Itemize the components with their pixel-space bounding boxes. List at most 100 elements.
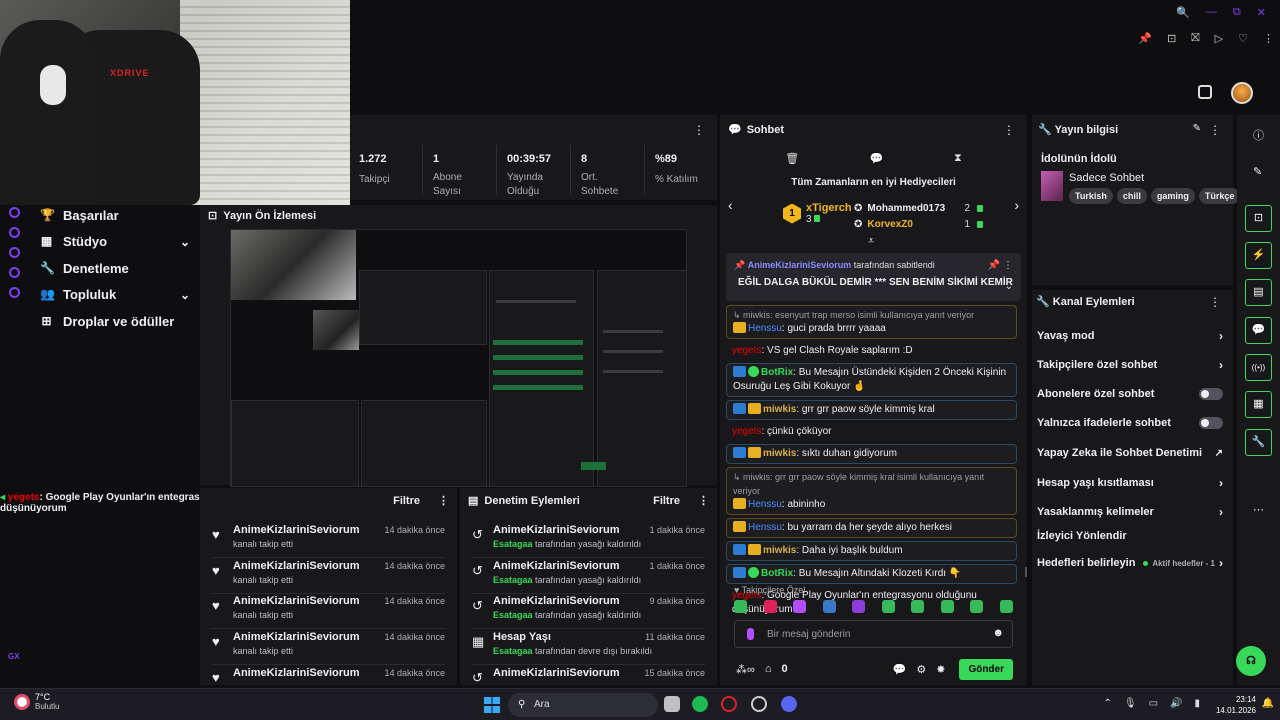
capture-icon[interactable]: ⊡ [1167, 32, 1176, 45]
pinned-message[interactable]: 📌 AnimeKizlariniSeviorum tarafından sabi… [726, 253, 1021, 301]
chevron-left-icon[interactable]: ‹ [728, 197, 733, 213]
sidebar-item-community[interactable]: 👥 Topluluk ⌄ [40, 287, 190, 302]
action-followers-only[interactable]: Takipçilere özel sohbet › [1037, 358, 1223, 372]
stream-category[interactable]: Sadece Sohbet [1069, 172, 1144, 184]
leaderboard-row[interactable]: ✪ KorvexZ0 1 [854, 216, 983, 232]
edit-icon[interactable]: ✎ [1193, 123, 1201, 134]
rail-cube-icon[interactable] [8, 267, 20, 278]
gear-icon[interactable]: ⚙ [916, 663, 926, 676]
info-icon[interactable]: ⓘ [1253, 127, 1264, 143]
chat-menu-icon[interactable]: ⋮ [1003, 123, 1015, 137]
emote[interactable] [999, 600, 1013, 613]
rail-chat-icon[interactable] [8, 247, 20, 258]
toggle-switch[interactable] [1199, 388, 1223, 400]
restore-icon[interactable]: ⧉ [1233, 6, 1241, 19]
action-raid[interactable]: İzleyici Yönlendir [1037, 530, 1223, 542]
tag[interactable]: gaming [1150, 188, 1195, 204]
mic-icon[interactable]: 🎙 [1124, 698, 1137, 709]
pin-icon[interactable]: 📌 [1138, 32, 1152, 45]
action-goals[interactable]: Hedefleri belirleyin Aktif hedefler - 1 › [1037, 556, 1223, 570]
emote[interactable] [822, 600, 836, 613]
chat-message[interactable]: yegets: VS gel Clash Royale saplarım :D [726, 342, 1017, 360]
layout-icon[interactable]: ▦ [1245, 391, 1272, 418]
panel-menu-icon[interactable]: ⋮ [698, 494, 709, 507]
panel-menu-icon[interactable]: ⋮ [1209, 295, 1221, 309]
action-emote-only[interactable]: Yalnızca ifadelerle sohbet [1037, 417, 1223, 429]
sidebar-item-drops[interactable]: ⊞ Droplar ve ödüller [40, 314, 210, 329]
preview-video[interactable] [230, 229, 687, 487]
panel-menu-icon[interactable]: ⋮ [1209, 123, 1221, 137]
store-icon[interactable]: ⌂ [765, 663, 772, 675]
send-button[interactable]: Gönder [959, 658, 1013, 680]
emote[interactable] [763, 600, 777, 613]
action-subs-only[interactable]: Abonelere özel sohbet [1037, 388, 1223, 400]
mod-row[interactable]: ▦ Hesap Yaşı Esatagaa tarafından devre d… [472, 631, 705, 665]
filter-button[interactable]: Filtre [393, 495, 420, 507]
chat-username[interactable]: Henssu [748, 499, 782, 510]
more-icon[interactable]: ⋯ [1253, 503, 1264, 516]
feed-row[interactable]: ♥ AnimeKizlariniSeviorum kanalı takip et… [212, 560, 445, 594]
chat-username[interactable]: Henssu [748, 323, 782, 334]
chat-username[interactable]: BotRix [761, 568, 793, 579]
more-icon[interactable]: ⋮ [1263, 32, 1274, 45]
weather-widget[interactable]: 7°C Bulutlu [14, 692, 59, 711]
feed-row[interactable]: ♥ AnimeKizlariniSeviorum kanalı takip et… [212, 595, 445, 629]
battery-icon[interactable]: ▮ [1194, 698, 1200, 709]
chat-message[interactable]: miwkis: grr grr paow söyle kimmiş kral [726, 400, 1017, 420]
search-icon[interactable]: 🔍 [1176, 6, 1190, 19]
capture-icon[interactable]: ⊡ [1245, 205, 1272, 232]
emote[interactable] [970, 600, 984, 613]
trash-icon[interactable]: 🗑 [785, 152, 799, 165]
collapse-icon[interactable]: ⩡ [868, 235, 874, 248]
infinity-icon[interactable]: ⁂∞ [736, 663, 755, 676]
mod-row[interactable]: ↺ AnimeKizlariniSeviorum 15 dakika önce [472, 667, 705, 685]
emote[interactable] [911, 600, 925, 613]
panel-menu-icon[interactable]: ⋮ [438, 494, 449, 507]
chat-bubble-icon[interactable]: 💬 [870, 152, 884, 165]
rail-clock-icon[interactable] [8, 227, 20, 238]
feed-row[interactable]: ♥ AnimeKizlariniSeviorum 14 dakika önce [212, 667, 445, 685]
scrollbar[interactable] [1025, 567, 1027, 577]
spotify-icon[interactable] [692, 696, 708, 712]
heart-icon[interactable]: ♡ [1238, 32, 1248, 45]
app-icon[interactable] [751, 696, 767, 712]
gift-icon[interactable]: ✸ [936, 663, 945, 676]
action-account-age[interactable]: Hesap yaşı kısıtlaması › [1037, 476, 1223, 490]
chat-message[interactable]: BotRix: Bu Mesajın Üstündeki Kişiden 2 Ö… [726, 363, 1017, 397]
emote[interactable] [940, 600, 954, 613]
tag[interactable]: chill [1116, 188, 1147, 204]
discord-icon[interactable] [781, 696, 797, 712]
tag[interactable]: Turkish [1069, 188, 1113, 204]
action-slow-mode[interactable]: Yavaş mod › [1037, 329, 1223, 343]
chat-username[interactable]: miwkis [763, 545, 796, 556]
chat-username[interactable]: yegets [732, 426, 761, 437]
leaderboard-first[interactable]: 1 xTigerch 3 [783, 202, 852, 225]
mod-row[interactable]: ↺ AnimeKizlariniSeviorum Esatagaa tarafı… [472, 524, 705, 558]
chat-bubble-icon[interactable]: 💬 [1245, 317, 1272, 344]
chat-username[interactable]: miwkis [763, 404, 796, 415]
toggle-switch[interactable] [1199, 417, 1223, 429]
filter-button[interactable]: Filtre [653, 495, 680, 507]
broadcast-icon[interactable]: ((•)) [1245, 354, 1272, 381]
hourglass-icon[interactable]: ⧗ [954, 152, 962, 165]
sidebar-item-achievements[interactable]: 🏆 Başarılar [40, 208, 190, 223]
emote[interactable] [793, 600, 807, 613]
chevron-right-icon[interactable]: › [1014, 197, 1019, 213]
windows-start-icon[interactable] [484, 697, 500, 713]
action-ai-moderation[interactable]: Yapay Zeka ile Sohbet Denetimi ↗ [1037, 447, 1223, 459]
volume-icon[interactable]: 🔊 [1170, 698, 1182, 709]
chat-message[interactable]: Henssu: bu yarram da her şeyde alıyo her… [726, 518, 1017, 538]
chat-message[interactable]: ↳ miwkis: esenyurt trap merso isimli kul… [726, 305, 1017, 339]
network-icon[interactable]: ▭ [1149, 698, 1158, 709]
sidebar-item-studio[interactable]: ▦ Stüdyo ⌄ [40, 234, 190, 249]
chat-message[interactable]: ↳ miwkis: grr grr paow söyle kimmiş kral… [726, 467, 1017, 515]
help-button[interactable]: ☊ [1236, 646, 1266, 676]
chat-input[interactable] [767, 626, 967, 642]
clock[interactable]: 23:14 14.01.2026 [1216, 694, 1256, 716]
file-explorer-icon[interactable] [664, 696, 680, 712]
notification-icon[interactable]: 🔔 [1262, 698, 1274, 709]
shield-icon[interactable]: ⛝ [1191, 32, 1199, 45]
chat-username[interactable]: miwkis [763, 448, 796, 459]
leaderboard-row[interactable]: ✪ Mohammed0173 2 [854, 200, 983, 216]
chat-username[interactable]: BotRix [761, 367, 793, 378]
